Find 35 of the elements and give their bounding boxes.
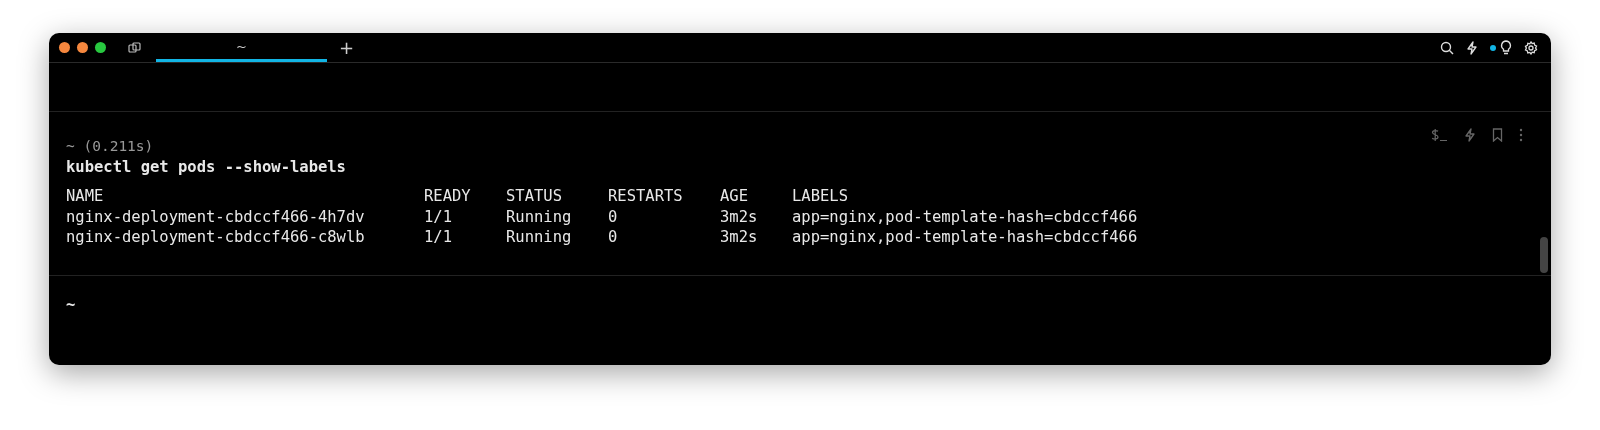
new-tab-button[interactable]: + (335, 37, 359, 58)
column-header: READY (424, 186, 471, 207)
column-header: STATUS (506, 186, 562, 207)
command-text: kubectl get pods --show-labels (66, 157, 346, 178)
table-cell: Running (506, 227, 572, 248)
input-prompt[interactable]: ~ (49, 276, 93, 334)
block-prompt: ~ (0.211s) (66, 137, 154, 156)
table-cell: nginx-deployment-cbdccf466-c8wlb (66, 227, 365, 248)
table-cell: 3m2s (720, 227, 758, 248)
table-cell: Running (506, 206, 572, 227)
table-cell: nginx-deployment-cbdccf466-4h7dv (66, 206, 365, 227)
table-cell: 0 (608, 206, 618, 227)
column-header: LABELS (792, 186, 848, 207)
bookmark-icon[interactable] (1492, 128, 1503, 142)
tabs-icon[interactable] (128, 41, 142, 54)
lightbulb-icon[interactable] (1500, 40, 1512, 55)
search-icon[interactable] (1440, 40, 1454, 55)
column-header: RESTARTS (608, 186, 683, 207)
table-cell: app=nginx,pod-template-hash=cbdccf466 (792, 206, 1138, 227)
column-header: AGE (720, 186, 748, 207)
more-icon[interactable] (1519, 128, 1523, 142)
close-button[interactable] (59, 42, 70, 53)
terminal-icon[interactable] (1430, 128, 1448, 142)
table-cell: 3m2s (720, 206, 758, 227)
table-cell: 1/1 (424, 227, 452, 248)
table-cell: 1/1 (424, 206, 452, 227)
column-header: NAME (66, 186, 104, 207)
scrollbar-thumb[interactable] (1540, 237, 1548, 273)
zoom-button[interactable] (95, 42, 106, 53)
settings-icon[interactable] (1524, 40, 1538, 55)
minimize-button[interactable] (77, 42, 88, 53)
table-cell: app=nginx,pod-template-hash=cbdccf466 (792, 227, 1138, 248)
table-cell: 0 (608, 227, 618, 248)
tab[interactable]: ~ (156, 33, 327, 62)
notification-dot (1490, 44, 1496, 51)
